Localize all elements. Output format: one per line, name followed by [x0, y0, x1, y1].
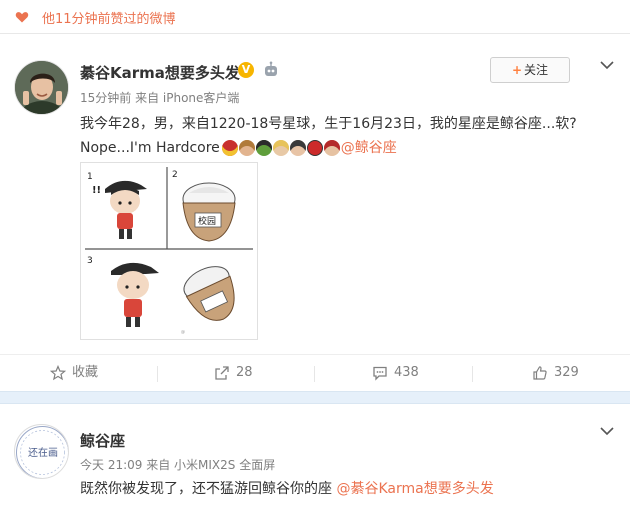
black-widow-emoji	[289, 140, 306, 156]
weibo-post: 綦谷Karma想要多头发 V 15分钟前 来自 iPhone客户端 + 关注 我今…	[0, 36, 630, 391]
iron-man-emoji	[221, 140, 238, 156]
heart-icon	[15, 12, 29, 23]
plus-icon: +	[511, 63, 523, 77]
mention-link[interactable]: @綦谷Karma想要多头发	[336, 481, 493, 497]
follow-button[interactable]: + 关注	[490, 57, 570, 83]
favorite-label: 收藏	[72, 365, 99, 380]
post-body: 我今年28，男，来自1220-18号星球，生于16月23日，我的星座是鲸谷座..…	[80, 112, 620, 160]
spider-man-emoji	[306, 140, 323, 156]
repost-button[interactable]: 28	[214, 355, 274, 391]
post-text-line2: Nope...I'm Hardcore @鲸谷座	[80, 136, 620, 160]
mention-link[interactable]: @鲸谷座	[341, 140, 397, 156]
star-icon	[50, 365, 66, 381]
weibo-post: 还在画 鲸谷座 今天 21:09 来自 小米MIX2S 全面屏 既然你被发现了，…	[0, 404, 630, 512]
comment-button[interactable]: 438	[372, 355, 442, 391]
section-separator	[0, 391, 630, 404]
robot-icon	[265, 61, 277, 76]
liked-notice-text: 他11分钟前赞过的微博	[42, 12, 176, 27]
divider	[314, 366, 315, 382]
like-count: 329	[554, 365, 579, 380]
follow-label: 关注	[524, 63, 549, 77]
avatar-text: 还在画	[28, 447, 58, 459]
panel-number-2: 2	[172, 170, 178, 180]
chevron-down-icon[interactable]	[600, 426, 614, 436]
hulk-emoji	[255, 140, 272, 156]
comic-image[interactable]: 1 2 3 !! 校园 @	[80, 162, 258, 340]
svg-text:@: @	[181, 329, 185, 334]
post-meta: 15分钟前 来自 iPhone客户端	[80, 91, 240, 105]
username[interactable]: 綦谷Karma想要多头发	[80, 62, 240, 83]
chevron-down-icon[interactable]	[600, 60, 614, 70]
verified-badge-icon: V	[238, 62, 254, 78]
nick-fury-emoji	[323, 140, 340, 156]
captain-emoji	[272, 140, 289, 156]
thor-emoji	[238, 140, 255, 156]
emoji-row	[221, 136, 341, 160]
username[interactable]: 鲸谷座	[80, 430, 125, 451]
favorite-button[interactable]: 收藏	[50, 355, 120, 391]
post-body: 既然你被发现了，还不猛游回鲸谷你的座 @綦谷Karma想要多头发	[80, 478, 494, 498]
post-text-line1: 我今年28，男，来自1220-18号星球，生于16月23日，我的星座是鲸谷座..…	[80, 116, 577, 132]
avatar[interactable]: 还在画	[14, 424, 69, 479]
post-meta: 今天 21:09 来自 小米MIX2S 全面屏	[80, 458, 276, 472]
avatar[interactable]	[14, 60, 69, 115]
comment-count: 438	[394, 365, 419, 380]
divider	[472, 366, 473, 382]
panel-number-1: 1	[87, 172, 93, 182]
repost-icon	[215, 366, 229, 380]
panel-number-3: 3	[87, 256, 93, 266]
post-text-line2-prefix: Nope...I'm Hardcore	[80, 140, 220, 156]
repost-count: 28	[236, 365, 253, 380]
thumbs-up-icon	[533, 366, 547, 380]
post-text: 既然你被发现了，还不猛游回鲸谷你的座	[80, 481, 337, 497]
svg-text:!!: !!	[92, 185, 101, 196]
like-button[interactable]: 329	[532, 355, 602, 391]
action-bar: 收藏 28 438 329	[0, 354, 630, 390]
divider	[157, 366, 158, 382]
comment-icon	[373, 366, 387, 381]
liked-notice-bar: 他11分钟前赞过的微博	[0, 0, 630, 34]
bowl-label: 校园	[198, 215, 216, 227]
